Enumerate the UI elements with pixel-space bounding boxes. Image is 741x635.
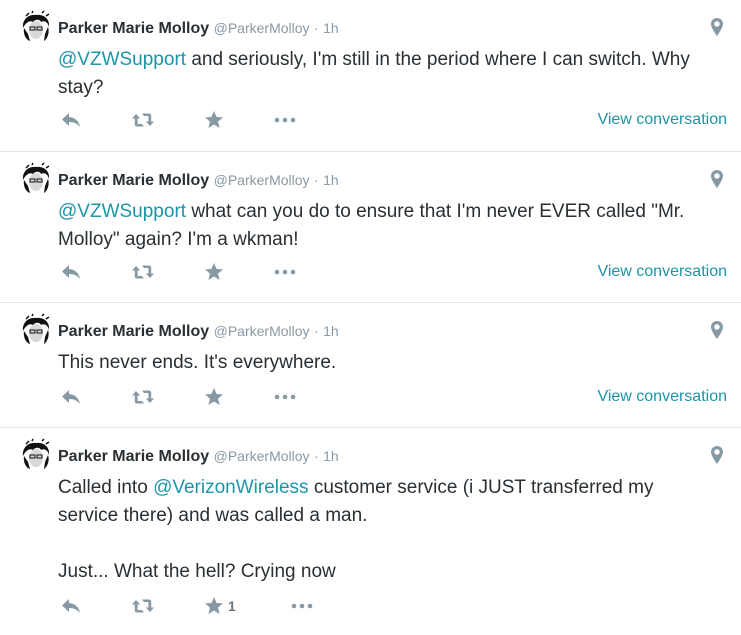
retweet-icon — [131, 389, 155, 405]
star-icon — [204, 262, 224, 282]
avatar[interactable] — [20, 10, 52, 42]
author-name[interactable]: Parker Marie Molloy — [58, 448, 209, 465]
reply-icon — [61, 112, 81, 128]
author-name[interactable]: Parker Marie Molloy — [58, 20, 209, 37]
separator-dot: · — [313, 448, 319, 464]
star-icon — [204, 596, 224, 616]
timestamp[interactable]: 1h — [323, 172, 339, 188]
author-handle[interactable]: @ParkerMolloy — [214, 448, 310, 464]
tweet[interactable]: Parker Marie Molloy @ParkerMolloy · 1h C… — [0, 428, 741, 635]
favorite-button[interactable] — [204, 108, 224, 132]
more-icon — [291, 603, 313, 609]
favorite-button[interactable] — [204, 260, 224, 284]
retweet-button[interactable] — [131, 385, 155, 409]
more-button[interactable] — [274, 260, 296, 284]
favorite-count: 1 — [228, 598, 236, 614]
retweet-icon — [131, 112, 155, 128]
more-icon — [274, 117, 296, 123]
retweet-icon — [131, 598, 155, 614]
retweet-button[interactable] — [131, 108, 155, 132]
retweet-icon — [131, 264, 155, 280]
location-pin-icon[interactable] — [710, 169, 724, 189]
reply-button[interactable] — [61, 260, 81, 284]
tweet[interactable]: Parker Marie Molloy @ParkerMolloy · 1h T… — [0, 303, 741, 428]
retweet-button[interactable] — [131, 260, 155, 284]
tweet-text: Called into @VerizonWireless customer se… — [58, 474, 718, 586]
author-handle[interactable]: @ParkerMolloy — [214, 172, 310, 188]
tweet-text: This never ends. It's everywhere. — [58, 352, 337, 373]
tweet[interactable]: Parker Marie Molloy @ParkerMolloy · 1h @… — [0, 152, 741, 303]
location-pin-icon[interactable] — [710, 445, 724, 465]
reply-icon — [61, 264, 81, 280]
avatar[interactable] — [20, 438, 52, 470]
separator-dot: · — [313, 20, 319, 36]
mention-link[interactable]: @VerizonWireless — [153, 477, 309, 498]
avatar[interactable] — [20, 313, 52, 345]
author-name[interactable]: Parker Marie Molloy — [58, 323, 209, 340]
separator-dot: · — [313, 172, 319, 188]
view-conversation-link[interactable]: View conversation — [597, 388, 727, 406]
star-icon — [204, 110, 224, 130]
view-conversation-link[interactable]: View conversation — [597, 111, 727, 129]
more-button[interactable] — [274, 385, 296, 409]
more-icon — [274, 269, 296, 275]
favorite-button[interactable] — [204, 385, 224, 409]
star-icon — [204, 387, 224, 407]
reply-icon — [61, 598, 81, 614]
favorite-button[interactable]: 1 — [204, 594, 236, 618]
tweet-text: @VZWSupport and seriously, I'm still in … — [58, 46, 718, 102]
reply-button[interactable] — [61, 385, 81, 409]
timestamp[interactable]: 1h — [323, 448, 339, 464]
separator-dot: · — [313, 323, 319, 339]
mention-link[interactable]: @VZWSupport — [58, 49, 186, 70]
avatar[interactable] — [20, 162, 52, 194]
tweet[interactable]: Parker Marie Molloy @ParkerMolloy · 1h @… — [0, 0, 741, 152]
retweet-button[interactable] — [131, 594, 155, 618]
timestamp[interactable]: 1h — [323, 323, 339, 339]
reply-button[interactable] — [61, 108, 81, 132]
reply-icon — [61, 389, 81, 405]
location-pin-icon[interactable] — [710, 320, 724, 340]
tweet-actions: 1 — [58, 594, 358, 618]
more-icon — [274, 394, 296, 400]
mention-link[interactable]: @VZWSupport — [58, 201, 186, 222]
location-pin-icon[interactable] — [710, 17, 724, 37]
author-handle[interactable]: @ParkerMolloy — [214, 323, 310, 339]
more-button[interactable] — [274, 108, 296, 132]
tweet-text-lead: Called into — [58, 477, 154, 498]
author-handle[interactable]: @ParkerMolloy — [214, 20, 310, 36]
timestamp[interactable]: 1h — [323, 20, 339, 36]
reply-button[interactable] — [61, 594, 81, 618]
tweet-text: @VZWSupport what can you do to ensure th… — [58, 198, 718, 254]
view-conversation-link[interactable]: View conversation — [597, 263, 727, 281]
more-button[interactable] — [291, 594, 313, 618]
author-name[interactable]: Parker Marie Molloy — [58, 172, 209, 189]
